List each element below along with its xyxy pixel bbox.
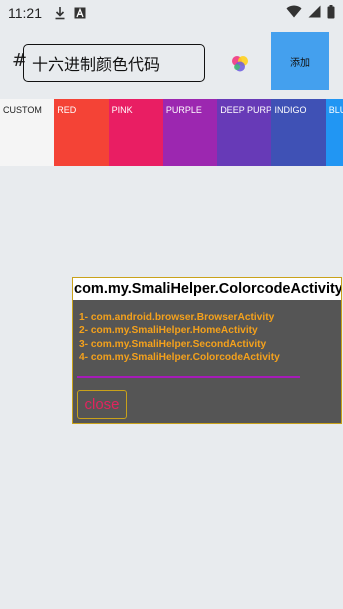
- dialog-title: com.my.SmaliHelper.ColorcodeActivity: [73, 278, 341, 300]
- dialog-divider: [77, 376, 300, 378]
- color-palette-icon[interactable]: [229, 53, 251, 75]
- wifi-icon: [286, 5, 302, 21]
- swatch-custom[interactable]: CUSTOM: [0, 99, 55, 166]
- swatch-pink[interactable]: PINK: [108, 99, 163, 166]
- swatch-purple[interactable]: PURPLE: [162, 99, 218, 166]
- hex-input-row: # 十六进制颜色代码 添加: [0, 30, 343, 92]
- list-item: 1- com.android.browser.BrowserActivity: [79, 312, 275, 323]
- close-button[interactable]: close: [77, 390, 127, 419]
- swatch-indigo[interactable]: INDIGO: [271, 99, 326, 166]
- status-time: 11:21: [8, 5, 42, 21]
- activity-dialog: com.my.SmaliHelper.ColorcodeActivity 1- …: [72, 277, 342, 424]
- swatch-red[interactable]: RED: [54, 99, 109, 166]
- hex-color-input[interactable]: 十六进制颜色代码: [23, 44, 205, 82]
- download-icon: [54, 6, 66, 20]
- swatch-deep-purple[interactable]: DEEP PURPLE: [217, 99, 272, 166]
- color-swatch-row[interactable]: CUSTOMREDPINKPURPLEDEEP PURPLEINDIGOBLUE: [0, 99, 343, 166]
- battery-icon: [327, 4, 335, 22]
- list-item: 2- com.my.SmaliHelper.HomeActivity: [79, 325, 258, 337]
- font-icon: [74, 7, 86, 19]
- hex-input-text: 十六进制颜色代码: [32, 55, 161, 74]
- status-bar: 11:21: [0, 0, 343, 26]
- list-item: 3- com.my.SmaliHelper.SecondActivity: [79, 338, 267, 350]
- swatch-blue[interactable]: BLUE: [325, 99, 343, 166]
- add-button[interactable]: 添加: [271, 32, 329, 90]
- activity-list: 1- com.android.browser.BrowserActivity 2…: [79, 311, 341, 364]
- signal-icon: [308, 5, 321, 21]
- list-item: 4- com.my.SmaliHelper.ColorcodeActivity: [79, 351, 280, 363]
